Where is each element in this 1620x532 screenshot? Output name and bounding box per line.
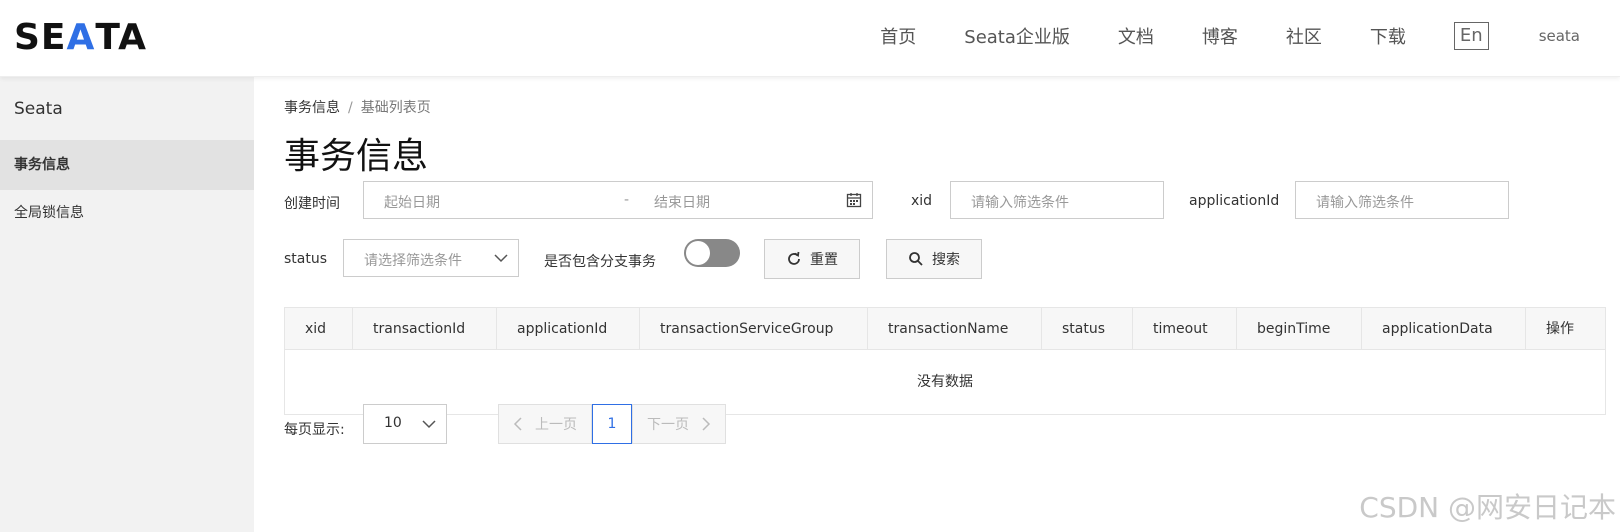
page-title: 事务信息 — [284, 136, 429, 177]
transactions-table: xid transactionId applicationId transact… — [284, 307, 1606, 415]
seata-logo[interactable]: SE A TA — [14, 17, 147, 58]
column-header-begin-time[interactable]: beginTime — [1237, 308, 1362, 350]
date-range-picker[interactable]: 起始日期 - 结束日期 — [363, 181, 873, 219]
sidebar-item-transactions[interactable]: 事务信息 — [0, 140, 254, 190]
column-header-actions: 操作 — [1546, 321, 1574, 337]
prev-page-label: 上一页 — [535, 417, 577, 433]
application-id-filter-input[interactable]: 请输入筛选条件 — [1295, 181, 1509, 219]
nav-download[interactable]: 下载 — [1370, 23, 1406, 49]
reset-button-label: 重置 — [810, 252, 838, 268]
breadcrumb-current: 基础列表页 — [360, 100, 431, 116]
user-name[interactable]: seata — [1539, 27, 1580, 45]
table-header: xid transactionId applicationId transact… — [285, 308, 1605, 350]
include-branch-label: 是否包含分支事务 — [544, 254, 656, 270]
column-header-status[interactable]: status — [1042, 308, 1133, 350]
xid-filter-label: xid — [911, 193, 933, 209]
table-empty-message: 没有数据 — [917, 374, 973, 390]
top-nav: 首页 Seata企业版 文档 博客 社区 下载 En seata — [832, 0, 1580, 72]
top-header: SE A TA 首页 Seata企业版 文档 博客 社区 下载 En seata — [0, 0, 1620, 77]
next-page-button[interactable]: 下一页 — [632, 404, 726, 444]
sidebar: Seata 事务信息 全局锁信息 — [0, 77, 254, 532]
breadcrumb-separator: / — [348, 100, 353, 116]
column-header-transaction-name[interactable]: transactionName — [868, 308, 1042, 350]
chevron-down-icon — [422, 420, 436, 429]
refresh-icon — [788, 251, 800, 265]
application-id-filter-label: applicationId — [1189, 193, 1280, 209]
date-range-separator: - — [624, 192, 630, 208]
search-button[interactable]: 搜索 — [886, 239, 982, 279]
page-number-1[interactable]: 1 — [592, 404, 632, 444]
chevron-left-icon — [513, 417, 522, 431]
column-header-xid[interactable]: xid — [285, 308, 353, 350]
breadcrumb-parent[interactable]: 事务信息 — [284, 100, 340, 116]
xid-filter-input[interactable]: 请输入筛选条件 — [950, 181, 1164, 219]
nav-home[interactable]: 首页 — [880, 23, 916, 49]
search-button-label: 搜索 — [932, 252, 960, 268]
sidebar-item-global-locks[interactable]: 全局锁信息 — [0, 188, 254, 238]
reset-button[interactable]: 重置 — [764, 239, 860, 279]
chevron-down-icon — [494, 254, 508, 263]
page-size-value: 10 — [384, 415, 402, 431]
create-time-label: 创建时间 — [284, 196, 340, 212]
logo-text-start: SE — [14, 16, 67, 58]
logo-text-accent: A — [66, 16, 96, 58]
prev-page-button[interactable]: 上一页 — [498, 404, 592, 444]
application-id-filter-placeholder: 请输入筛选条件 — [1316, 195, 1414, 211]
nav-community[interactable]: 社区 — [1286, 23, 1322, 49]
column-header-transaction-id[interactable]: transactionId — [353, 308, 497, 350]
nav-enterprise[interactable]: Seata企业版 — [964, 23, 1070, 49]
status-select-placeholder: 请选择筛选条件 — [364, 253, 462, 269]
include-branch-toggle[interactable] — [684, 239, 740, 267]
nav-docs[interactable]: 文档 — [1118, 23, 1154, 49]
nav-blog[interactable]: 博客 — [1202, 23, 1238, 49]
page-size-select[interactable]: 10 — [363, 404, 447, 444]
column-header-timeout[interactable]: timeout — [1133, 308, 1237, 350]
start-date-input[interactable]: 起始日期 — [384, 192, 440, 212]
breadcrumb: 事务信息 / 基础列表页 — [284, 97, 431, 117]
column-header-application-id[interactable]: applicationId — [497, 308, 640, 350]
column-header-application-data[interactable]: applicationData — [1362, 308, 1526, 350]
status-select[interactable]: 请选择筛选条件 — [343, 239, 519, 277]
page-size-label: 每页显示: — [284, 422, 345, 438]
sidebar-title: Seata — [14, 99, 63, 119]
column-header-transaction-service-group[interactable]: transactionServiceGroup — [640, 308, 868, 350]
chevron-right-icon — [702, 417, 711, 431]
status-filter-label: status — [284, 251, 328, 267]
toggle-knob — [686, 241, 710, 265]
next-page-label: 下一页 — [647, 417, 689, 433]
main-content: 事务信息 / 基础列表页 事务信息 创建时间 起始日期 - 结束日期 xid 请输入… — [284, 77, 1606, 532]
search-icon — [909, 252, 923, 266]
watermark-text: CSDN @网安日记本 — [1359, 491, 1616, 524]
logo-text-end: TA — [95, 16, 148, 58]
end-date-input[interactable]: 结束日期 — [654, 192, 710, 212]
xid-filter-placeholder: 请输入筛选条件 — [971, 195, 1069, 211]
language-switch-button[interactable]: En — [1453, 22, 1489, 50]
calendar-icon[interactable] — [846, 192, 862, 208]
